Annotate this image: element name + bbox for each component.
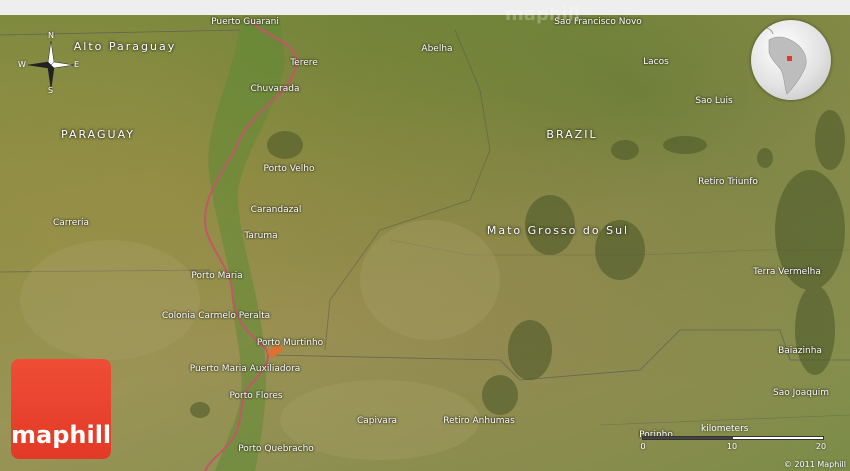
region-paraguay: PARAGUAY bbox=[61, 128, 135, 141]
place-sao-luis: Sao Luis bbox=[695, 96, 733, 106]
road-line bbox=[269, 329, 850, 381]
place-sao-joaquim: Sao Joaquim bbox=[773, 388, 829, 398]
place-baiazinha: Baiazinha bbox=[778, 346, 822, 356]
place-chuvarada: Chuvarada bbox=[250, 84, 300, 94]
compass-south: S bbox=[48, 86, 54, 95]
location-marker bbox=[787, 56, 792, 61]
scale-bar-graphic bbox=[642, 436, 824, 440]
place-porto-quebracho: Porto Quebracho bbox=[238, 444, 314, 454]
place-porto-velho: Porto Velho bbox=[263, 164, 315, 174]
place-abelha: Abelha bbox=[421, 44, 453, 54]
satellite-map[interactable]: maphill Alto Paraguay PARAGUAY BRAZIL Ma… bbox=[0, 0, 850, 471]
place-retiro-anhumas: Retiro Anhumas bbox=[443, 416, 515, 426]
scale-tick-10: 10 bbox=[726, 442, 738, 451]
top-bar bbox=[0, 0, 850, 15]
place-taruma: Taruma bbox=[244, 231, 278, 241]
scale-bar: kilometers 0 10 20 bbox=[636, 424, 830, 454]
compass-rose: N S E W bbox=[18, 31, 84, 96]
scale-tick-0: 0 bbox=[640, 442, 646, 451]
place-puerto-guarani: Puerto Guarani bbox=[211, 17, 279, 27]
place-capivara: Capivara bbox=[356, 416, 398, 426]
place-porto-flores: Porto Flores bbox=[229, 391, 283, 401]
compass-east: E bbox=[74, 60, 80, 69]
copyright: © 2011 Maphill bbox=[783, 460, 846, 469]
region-brazil: BRAZIL bbox=[546, 128, 598, 141]
place-lacos: Lacos bbox=[643, 57, 669, 67]
place-carreria: Carreria bbox=[52, 218, 90, 228]
watermark: maphill bbox=[505, 4, 581, 25]
place-porto-maria: Porto Maria bbox=[191, 271, 243, 281]
place-retiro-triunfo: Retiro Triunfo bbox=[698, 177, 758, 187]
maphill-logo[interactable]: maphill bbox=[11, 359, 111, 459]
place-terra-vermelha: Terra Vermelha bbox=[753, 267, 821, 277]
place-carandazal: Carandazal bbox=[250, 205, 302, 215]
logo-text: maphill bbox=[11, 421, 112, 449]
globe-icon bbox=[758, 27, 807, 95]
locator-globe[interactable] bbox=[751, 20, 831, 100]
place-terere: Terere bbox=[290, 58, 318, 68]
region-mato-grosso-do-sul: Mato Grosso do Sul bbox=[486, 224, 630, 237]
place-porto-murtinho: Porto Murtinho bbox=[256, 338, 324, 348]
region-alto-paraguay: Alto Paraguay bbox=[73, 40, 177, 53]
scale-tick-20: 20 bbox=[815, 442, 827, 451]
place-colonia-carmelo-peralta: Colonia Carmelo Peralta bbox=[161, 311, 271, 321]
scale-title: kilometers bbox=[701, 424, 749, 434]
terrain-layer bbox=[0, 19, 850, 471]
compass-west: W bbox=[18, 60, 26, 69]
place-puerto-maria-auxiliadora: Puerto Maria Auxiliadora bbox=[189, 364, 301, 374]
compass-north: N bbox=[48, 31, 54, 40]
